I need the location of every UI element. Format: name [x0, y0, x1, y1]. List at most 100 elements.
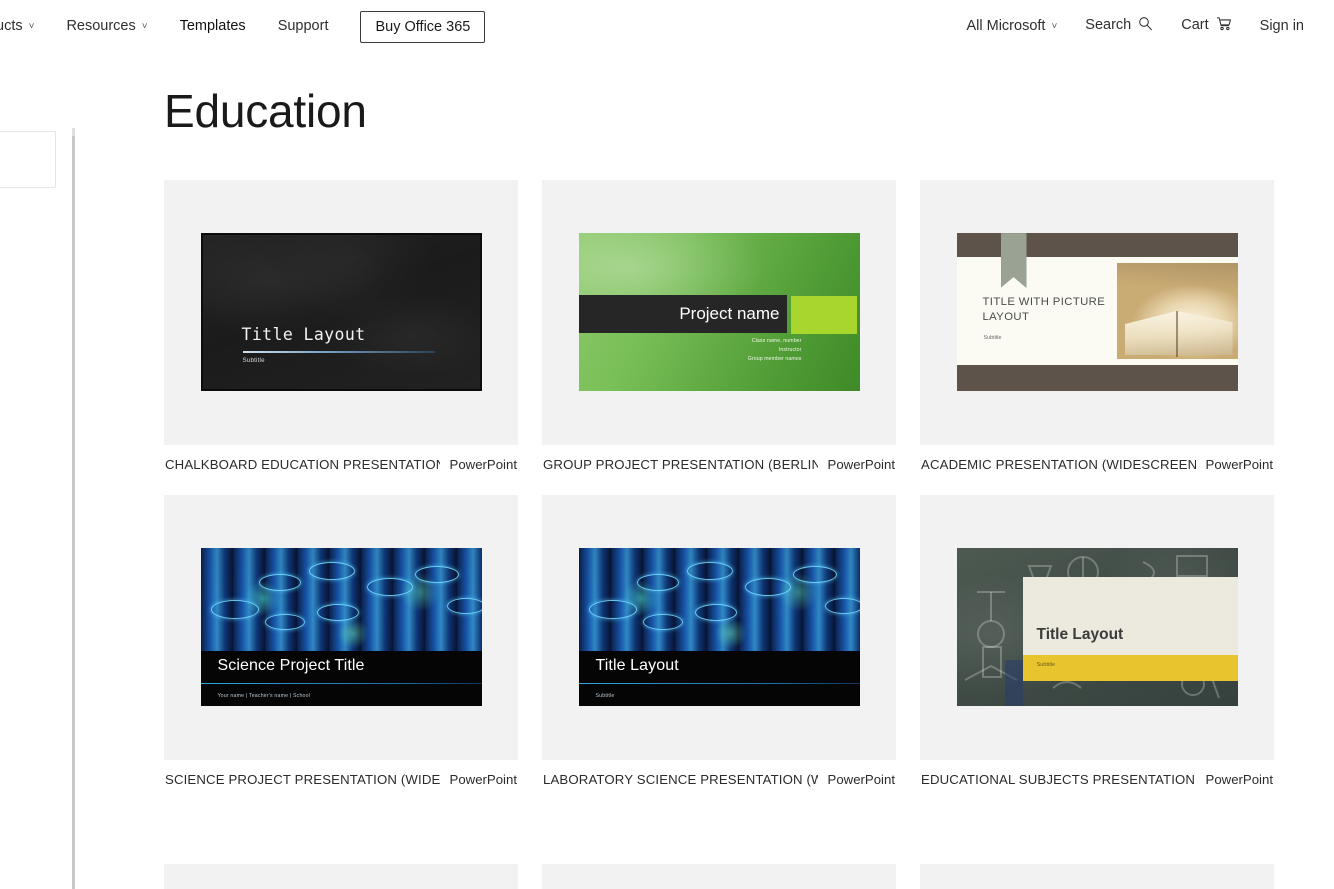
nav-item-search[interactable]: Search — [1071, 0, 1167, 54]
slide-preview-academic: TITLE WITH PICTURE LAYOUT Subtitle — [956, 233, 1238, 392]
test-tube-ring — [210, 600, 259, 620]
vertical-scrollbar-divider[interactable] — [72, 128, 75, 889]
left-panel-fragment — [0, 131, 56, 188]
template-app: PowerPoint — [449, 771, 517, 787]
slide-preview-chalkboard: Title Layout Subtitle — [200, 233, 482, 392]
slide-preview-laboratory-science: Title Layout Subtitle — [578, 548, 860, 707]
slide-accent-chip — [790, 296, 857, 335]
slide-preview-educational-subjects: Title Layout Subtitle — [956, 548, 1238, 707]
template-card-science-project[interactable]: Science Project Title Your name | Teache… — [164, 494, 518, 787]
slide-subtitle: Subtitle — [595, 693, 615, 700]
template-card-partial[interactable] — [542, 864, 896, 889]
nav-left-group: ucts ˅ Resources ˅ Templates Support Buy O… — [0, 0, 486, 54]
nav-item-sign-in-label: Sign in — [1259, 18, 1304, 34]
nav-item-products-label: ucts — [0, 17, 23, 34]
nav-item-search-label: Search — [1085, 17, 1132, 33]
slide-bottom-bar — [956, 365, 1238, 392]
template-name: GROUP PROJECT PRESENTATION (BERLIN T... — [543, 456, 818, 472]
template-caption: LABORATORY SCIENCE PRESENTATION (WID... … — [542, 760, 896, 787]
buy-office-365-button[interactable]: Buy Office 365 — [360, 10, 486, 43]
slide-title: TITLE WITH PICTURE LAYOUT — [982, 296, 1106, 324]
template-thumbnail: Title Layout Subtitle — [542, 494, 896, 760]
slide-title: Title Layout — [1036, 626, 1124, 644]
test-tube-ring — [636, 574, 679, 592]
template-card-group-project[interactable]: Project name Class name, number Instruct… — [542, 179, 896, 472]
template-card-partial[interactable] — [164, 864, 518, 889]
page-title: Education — [164, 85, 367, 137]
template-thumbnail: Title Layout Subtitle — [920, 494, 1274, 760]
nav-item-products[interactable]: ucts ˅ — [0, 0, 50, 54]
nav-right-group: All Microsoft ˅ Search Cart Sign in — [952, 0, 1318, 53]
template-grid: Title Layout Subtitle CHALKBOARD EDUCATI… — [164, 179, 1274, 787]
search-icon — [1138, 1, 1153, 54]
slide-subtitle: Subtitle — [1036, 662, 1056, 669]
template-caption: ACADEMIC PRESENTATION (WIDESCREEN) Power… — [920, 445, 1274, 472]
template-thumbnail: Project name Class name, number Instruct… — [542, 179, 896, 445]
slide-divider-line — [242, 351, 435, 354]
test-tube-ring — [744, 578, 791, 597]
slide-top-bar — [956, 233, 1238, 258]
vertical-scrollbar-thumb[interactable] — [72, 128, 75, 136]
slide-title: Title Layout — [241, 325, 366, 345]
nav-item-cart-label: Cart — [1181, 17, 1209, 33]
test-tube-ring — [264, 614, 305, 631]
nav-item-templates[interactable]: Templates — [164, 0, 262, 53]
template-app: PowerPoint — [827, 456, 895, 472]
template-card-chalkboard[interactable]: Title Layout Subtitle CHALKBOARD EDUCATI… — [164, 179, 518, 472]
slide-meta-line: Class name, number — [751, 338, 802, 345]
top-navigation-bar: ucts ˅ Resources ˅ Templates Support Buy O… — [0, 0, 1334, 53]
template-card-academic[interactable]: TITLE WITH PICTURE LAYOUT Subtitle ACADE… — [920, 179, 1274, 472]
template-card-laboratory-science[interactable]: Title Layout Subtitle LABORATORY SCIENCE… — [542, 494, 896, 787]
main-content: Education Title Layout Subtitle CHALKBOA… — [164, 86, 1274, 787]
template-name: LABORATORY SCIENCE PRESENTATION (WID... — [543, 771, 818, 787]
cart-icon — [1216, 1, 1232, 54]
test-tube-ring — [686, 562, 733, 581]
template-thumbnail: TITLE WITH PICTURE LAYOUT Subtitle — [920, 179, 1274, 445]
book-page-shape — [1124, 311, 1233, 356]
slide-preview-group-project: Project name Class name, number Instruct… — [578, 233, 860, 392]
template-name: EDUCATIONAL SUBJECTS PRESENTATION, C... — [921, 771, 1196, 787]
template-card-educational-subjects[interactable]: Title Layout Subtitle EDUCATIONAL SUBJEC… — [920, 494, 1274, 787]
test-tube-ring — [316, 604, 359, 622]
test-tube-ring — [792, 566, 837, 584]
template-app: PowerPoint — [449, 456, 517, 472]
slide-subtitle: Your name | Teacher's name | School — [217, 693, 311, 700]
page-root: ucts ˅ Resources ˅ Templates Support Buy O… — [0, 0, 1334, 889]
nav-item-resources[interactable]: Resources ˅ — [50, 0, 163, 54]
slide-meta-line: Group member names — [747, 356, 802, 363]
chevron-down-icon: ˅ — [141, 20, 148, 32]
test-tube-ring — [414, 566, 459, 584]
template-thumbnail: Title Layout Subtitle — [164, 179, 518, 445]
template-caption: GROUP PROJECT PRESENTATION (BERLIN T... … — [542, 445, 896, 472]
template-caption: EDUCATIONAL SUBJECTS PRESENTATION, C... … — [920, 760, 1274, 787]
slide-subtitle-bar — [1022, 655, 1238, 682]
slide-photo-book — [1116, 263, 1238, 360]
slide-meta-lines: Class name, number Instructor Group memb… — [748, 337, 802, 364]
nav-item-support-label: Support — [277, 18, 329, 34]
slide-accent-block — [1004, 660, 1023, 707]
slide-title: Project name — [679, 304, 780, 324]
template-grid-next-row — [164, 864, 1274, 889]
test-tube-ring — [366, 578, 413, 597]
nav-item-all-microsoft[interactable]: All Microsoft ˅ — [952, 0, 1071, 54]
nav-item-support[interactable]: Support — [262, 0, 345, 53]
book-spine-shape — [1176, 311, 1178, 358]
slide-meta-line: Instructor — [778, 347, 802, 354]
slide-subtitle: Subtitle — [983, 335, 1002, 342]
template-app: PowerPoint — [827, 771, 895, 787]
test-tube-ring — [588, 600, 637, 620]
chevron-down-icon: ˅ — [1051, 20, 1058, 32]
template-app: PowerPoint — [1205, 771, 1273, 787]
test-tube-ring — [446, 598, 482, 615]
template-caption: SCIENCE PROJECT PRESENTATION (WIDESC... … — [164, 760, 518, 787]
nav-item-cart[interactable]: Cart — [1167, 0, 1245, 54]
test-tube-ring — [824, 598, 860, 615]
template-thumbnail: Science Project Title Your name | Teache… — [164, 494, 518, 760]
template-name: CHALKBOARD EDUCATION PRESENTATION (... — [165, 456, 440, 472]
chevron-down-icon: ˅ — [28, 20, 35, 32]
nav-item-sign-in[interactable]: Sign in — [1246, 0, 1318, 53]
template-card-partial[interactable] — [920, 864, 1274, 889]
slide-divider-line — [200, 682, 482, 685]
template-name: SCIENCE PROJECT PRESENTATION (WIDESC... — [165, 771, 440, 787]
slide-title: Title Layout — [595, 657, 679, 675]
